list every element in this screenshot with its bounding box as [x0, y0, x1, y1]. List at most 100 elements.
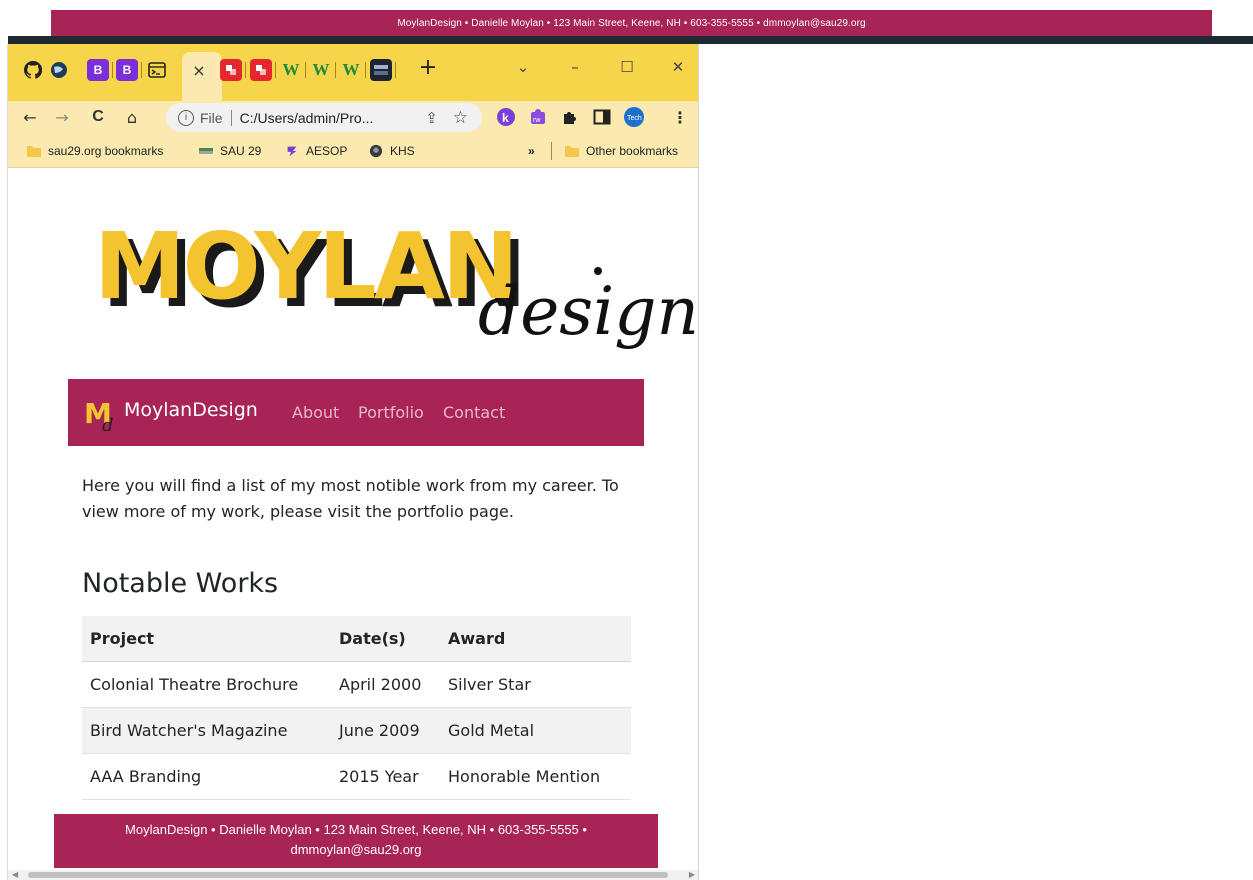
tab-bootstrap-2[interactable]: B — [116, 59, 138, 81]
folder-icon — [565, 146, 579, 157]
reload-button[interactable]: C — [86, 105, 110, 129]
extensions-button[interactable] — [558, 105, 582, 129]
table-cell: 2015 Year — [331, 753, 440, 800]
khs-icon — [369, 144, 383, 158]
extension-rw[interactable]: rw — [526, 105, 550, 129]
tab-search-button[interactable]: ⌄ — [508, 54, 538, 80]
column-header: Project — [82, 616, 331, 662]
tab-separator — [365, 62, 366, 78]
red-square-icon — [226, 65, 236, 75]
side-panel-button[interactable] — [590, 105, 614, 129]
brand-mark[interactable]: M d — [82, 395, 120, 436]
bookmark-aesop[interactable]: AESOP — [284, 142, 347, 160]
tab-red-1[interactable] — [220, 59, 242, 81]
scrollbar-thumb[interactable] — [28, 872, 668, 878]
close-icon: ✕ — [671, 58, 685, 76]
plus-icon: + — [418, 54, 438, 80]
tab-screen[interactable] — [370, 59, 392, 81]
close-window-button[interactable]: ✕ — [663, 54, 693, 80]
table-cell: Colonial Theatre Brochure — [82, 661, 331, 708]
site-logo: MOYLAN MOYLAN design — [88, 208, 699, 378]
notable-works-table: Project Date(s) Award Colonial Theatre B… — [82, 616, 631, 800]
maximize-icon: ☐ — [620, 58, 634, 76]
table-cell: Silver Star — [440, 661, 631, 708]
screen-icon — [374, 65, 388, 75]
scroll-right-icon[interactable]: ▶ — [689, 870, 695, 879]
folder-icon — [27, 146, 41, 157]
minimize-button[interactable]: – — [560, 54, 590, 80]
tab-w-1[interactable]: W — [280, 59, 302, 81]
maximize-button[interactable]: ☐ — [612, 54, 642, 80]
tab-separator — [245, 62, 246, 78]
bookmark-sau29[interactable]: SAU 29 — [198, 142, 261, 160]
background-window-strip — [8, 36, 1253, 44]
info-icon[interactable]: i — [178, 109, 194, 126]
browser-menu-button[interactable]: ⋮ — [668, 105, 692, 129]
globe-icon — [51, 62, 67, 78]
brand-mark-icon: M d — [84, 397, 114, 436]
nav-link-contact[interactable]: Contact — [443, 403, 505, 422]
background-window-footer: MoylanDesign • Danielle Moylan • 123 Mai… — [51, 10, 1212, 36]
bookmark-khs[interactable]: KHS — [368, 142, 415, 160]
w-icon: W — [312, 60, 330, 79]
home-button[interactable]: ⌂ — [120, 105, 144, 129]
back-button[interactable]: ← — [18, 105, 42, 129]
background-footer-text: MoylanDesign • Danielle Moylan • 123 Mai… — [397, 17, 866, 29]
intro-paragraph: Here you will find a list of my most not… — [82, 476, 619, 521]
tab-red-2[interactable] — [250, 59, 272, 81]
bookmark-label: sau29.org bookmarks — [48, 144, 164, 158]
bookmarks-overflow-button[interactable]: » — [528, 142, 535, 160]
home-icon: ⌂ — [126, 107, 138, 127]
logo-main-text: MOYLAN — [94, 213, 516, 320]
nav-link-about[interactable]: About — [292, 403, 339, 422]
profile-button[interactable]: Tech — [622, 105, 646, 129]
red-square-icon — [256, 65, 266, 75]
bookmarks-bar: sau29.org bookmarks SAU 29 AESOP KHS » O… — [8, 134, 698, 168]
flag-icon — [199, 148, 213, 154]
tab-w-2[interactable]: W — [310, 59, 332, 81]
bootstrap-icon: B — [122, 63, 132, 77]
extension-k[interactable]: k — [494, 105, 518, 129]
scroll-left-icon[interactable]: ◀ — [12, 870, 18, 879]
reload-icon: C — [92, 108, 104, 125]
tab-github[interactable] — [22, 59, 44, 81]
left-window-edge — [0, 44, 8, 880]
back-arrow-icon: ← — [23, 107, 37, 127]
table-cell: June 2009 — [331, 707, 440, 754]
logo-script-text: design — [478, 273, 699, 350]
table-row: Bird Watcher's Magazine June 2009 Gold M… — [82, 707, 631, 754]
forward-button[interactable]: → — [50, 105, 74, 129]
site-navbar: M d MoylanDesign About Portfolio Contact — [68, 379, 644, 446]
tab-separator — [335, 62, 336, 78]
logo-dot — [594, 267, 602, 275]
tab-close-button[interactable]: × — [188, 59, 210, 81]
share-icon[interactable]: ⇪ — [425, 109, 438, 127]
tab-w-3[interactable]: W — [340, 59, 362, 81]
table-cell: April 2000 — [331, 661, 440, 708]
table-cell: Honorable Mention — [440, 753, 631, 800]
tab-globe[interactable] — [48, 59, 70, 81]
puzzle-icon — [564, 112, 576, 124]
horizontal-scrollbar[interactable]: ◀ ▶ — [8, 870, 698, 880]
bookmark-sau29-folder[interactable]: sau29.org bookmarks — [26, 142, 163, 160]
table-cell: Gold Metal — [440, 707, 631, 754]
bookmark-label: KHS — [390, 144, 415, 158]
brand-name[interactable]: MoylanDesign — [124, 399, 258, 421]
github-icon — [24, 61, 42, 79]
star-icon[interactable]: ☆ — [453, 108, 468, 128]
address-bar[interactable]: i File C:/Users/admin/Pro... ⇪ ☆ — [166, 103, 482, 132]
minimize-icon: – — [571, 58, 579, 76]
side-panel-icon — [593, 109, 611, 125]
nav-link-portfolio[interactable]: Portfolio — [358, 403, 424, 422]
chevron-down-icon: ⌄ — [516, 58, 530, 76]
bookmark-label: AESOP — [306, 144, 348, 158]
address-separator — [230, 109, 232, 126]
close-icon: × — [192, 60, 206, 80]
tab-bootstrap-1[interactable]: B — [87, 59, 109, 81]
page-content: MOYLAN MOYLAN design M d MoylanDesign Ab… — [8, 168, 699, 880]
tab-terminal[interactable] — [146, 59, 168, 81]
other-bookmarks[interactable]: Other bookmarks — [564, 142, 678, 160]
w-icon: W — [282, 60, 300, 79]
new-tab-button[interactable]: + — [413, 54, 443, 80]
url-text[interactable]: C:/Users/admin/Pro... — [240, 110, 374, 126]
